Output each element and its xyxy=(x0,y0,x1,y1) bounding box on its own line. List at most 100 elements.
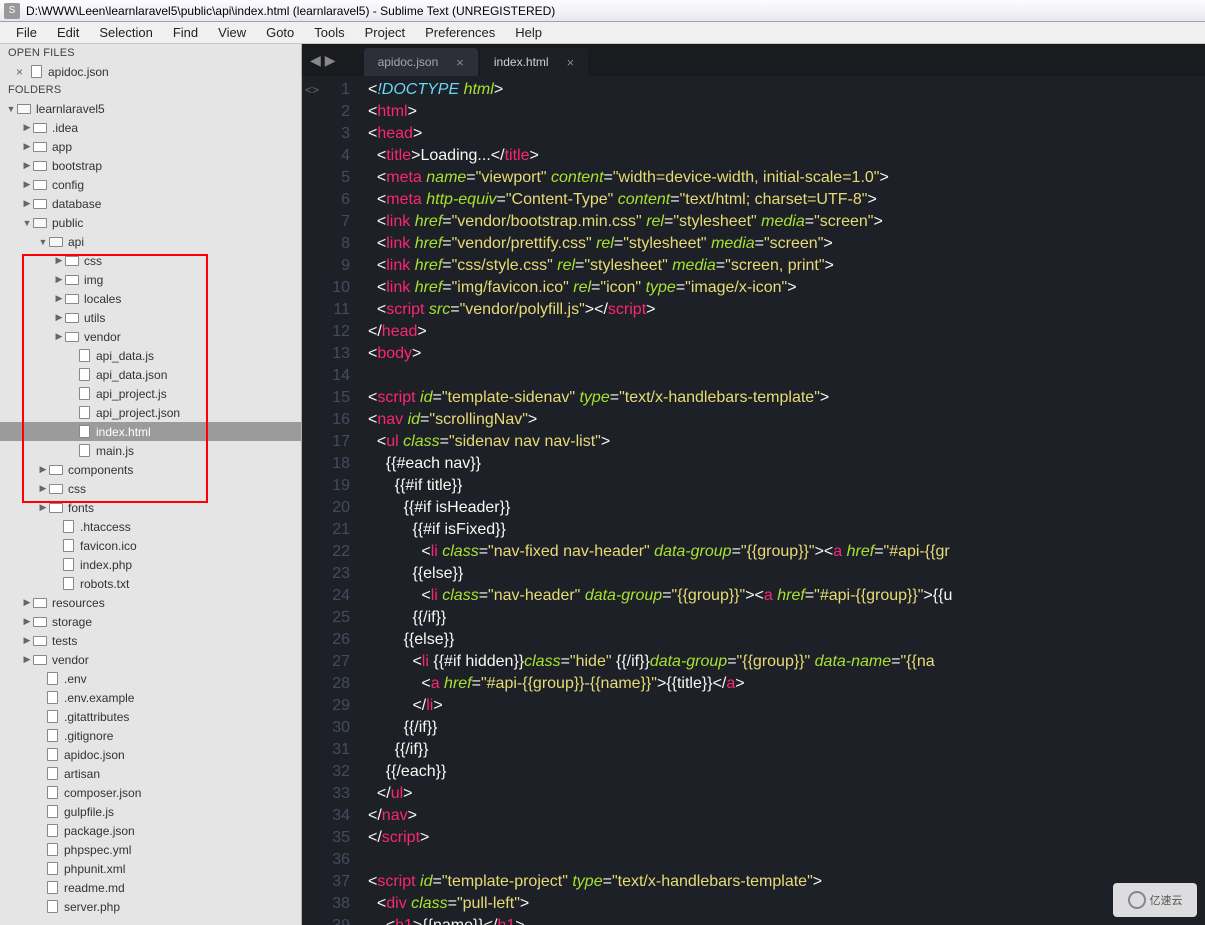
expand-arrow-icon[interactable]: ▶ xyxy=(22,160,32,171)
tab-index-html[interactable]: index.html× xyxy=(480,48,588,76)
code-line[interactable]: {{/if}} xyxy=(368,607,1205,629)
tree-item-app[interactable]: ▶app xyxy=(0,137,301,156)
menu-selection[interactable]: Selection xyxy=(89,25,162,40)
tree-item--env[interactable]: .env xyxy=(0,669,301,688)
menu-file[interactable]: File xyxy=(6,25,47,40)
tree-item-img[interactable]: ▶img xyxy=(0,270,301,289)
tab-nav-back[interactable]: ◀ xyxy=(310,52,321,69)
code-line[interactable]: {{#if title}} xyxy=(368,475,1205,497)
tree-item-resources[interactable]: ▶resources xyxy=(0,593,301,612)
code-line[interactable]: {{#if isHeader}} xyxy=(368,497,1205,519)
expand-arrow-icon[interactable]: ▶ xyxy=(22,122,32,133)
menu-goto[interactable]: Goto xyxy=(256,25,304,40)
code-line[interactable]: <li class="nav-fixed nav-header" data-gr… xyxy=(368,541,1205,563)
code-line[interactable]: <h1>{{name}}</h1> xyxy=(368,915,1205,925)
code-line[interactable] xyxy=(368,365,1205,387)
expand-arrow-icon[interactable]: ▶ xyxy=(22,179,32,190)
tree-item-api-project-json[interactable]: api_project.json xyxy=(0,403,301,422)
code-line[interactable]: </script> xyxy=(368,827,1205,849)
menu-tools[interactable]: Tools xyxy=(304,25,354,40)
tree-item-fonts[interactable]: ▶fonts xyxy=(0,498,301,517)
expand-arrow-icon[interactable]: ▶ xyxy=(38,464,48,475)
tree-item-robots-txt[interactable]: robots.txt xyxy=(0,574,301,593)
menu-view[interactable]: View xyxy=(208,25,256,40)
code-line[interactable]: {{#each nav}} xyxy=(368,453,1205,475)
code-line[interactable]: <meta http-equiv="Content-Type" content=… xyxy=(368,189,1205,211)
expand-arrow-icon[interactable]: ▶ xyxy=(22,141,32,152)
tab-nav-forward[interactable]: ▶ xyxy=(325,52,336,69)
expand-arrow-icon[interactable]: ▶ xyxy=(54,293,64,304)
tree-item-vendor[interactable]: ▶vendor xyxy=(0,327,301,346)
tree-item-api[interactable]: ▼api xyxy=(0,232,301,251)
tree-item-css[interactable]: ▶css xyxy=(0,251,301,270)
tree-item-server-php[interactable]: server.php xyxy=(0,897,301,916)
tree-item-phpunit-xml[interactable]: phpunit.xml xyxy=(0,859,301,878)
tree-item-main-js[interactable]: main.js xyxy=(0,441,301,460)
tree-item-storage[interactable]: ▶storage xyxy=(0,612,301,631)
tree-item-index-php[interactable]: index.php xyxy=(0,555,301,574)
code-line[interactable]: </ul> xyxy=(368,783,1205,805)
code-line[interactable]: </head> xyxy=(368,321,1205,343)
tree-item-config[interactable]: ▶config xyxy=(0,175,301,194)
tree-item--htaccess[interactable]: .htaccess xyxy=(0,517,301,536)
close-tab-icon[interactable]: × xyxy=(456,55,464,70)
tree-item-bootstrap[interactable]: ▶bootstrap xyxy=(0,156,301,175)
code-line[interactable]: <script id="template-project" type="text… xyxy=(368,871,1205,893)
code-line[interactable]: <link href="css/style.css" rel="styleshe… xyxy=(368,255,1205,277)
menu-project[interactable]: Project xyxy=(355,25,415,40)
code-line[interactable]: <link href="img/favicon.ico" rel="icon" … xyxy=(368,277,1205,299)
expand-arrow-icon[interactable]: ▶ xyxy=(38,483,48,494)
code-line[interactable]: <body> xyxy=(368,343,1205,365)
expand-arrow-icon[interactable]: ▶ xyxy=(22,616,32,627)
code-line[interactable]: {{/each}} xyxy=(368,761,1205,783)
tree-item-api-project-js[interactable]: api_project.js xyxy=(0,384,301,403)
tree-item-learnlaravel5[interactable]: ▼learnlaravel5 xyxy=(0,99,301,118)
menu-preferences[interactable]: Preferences xyxy=(415,25,505,40)
code-line[interactable]: <head> xyxy=(368,123,1205,145)
expand-arrow-icon[interactable]: ▶ xyxy=(22,198,32,209)
code-line[interactable]: <!DOCTYPE html> xyxy=(368,79,1205,101)
tree-item-components[interactable]: ▶components xyxy=(0,460,301,479)
tab-apidoc-json[interactable]: apidoc.json× xyxy=(364,48,478,76)
expand-arrow-icon[interactable]: ▼ xyxy=(38,237,48,247)
tree-item-apidoc-json[interactable]: apidoc.json xyxy=(0,745,301,764)
code-line[interactable]: <meta name="viewport" content="width=dev… xyxy=(368,167,1205,189)
tree-item-database[interactable]: ▶database xyxy=(0,194,301,213)
expand-arrow-icon[interactable]: ▶ xyxy=(54,312,64,323)
tree-item--idea[interactable]: ▶.idea xyxy=(0,118,301,137)
code-line[interactable]: </li> xyxy=(368,695,1205,717)
tree-item-apidoc-json[interactable]: ×apidoc.json xyxy=(0,62,301,81)
code-line[interactable]: <div class="pull-left"> xyxy=(368,893,1205,915)
expand-arrow-icon[interactable]: ▶ xyxy=(22,597,32,608)
tree-item-artisan[interactable]: artisan xyxy=(0,764,301,783)
code-line[interactable]: <title>Loading...</title> xyxy=(368,145,1205,167)
tree-item-gulpfile-js[interactable]: gulpfile.js xyxy=(0,802,301,821)
code-line[interactable]: <script src="vendor/polyfill.js"></scrip… xyxy=(368,299,1205,321)
tree-item-public[interactable]: ▼public xyxy=(0,213,301,232)
expand-arrow-icon[interactable]: ▶ xyxy=(22,654,32,665)
code-line[interactable]: <nav id="scrollingNav"> xyxy=(368,409,1205,431)
code-editor[interactable]: <> 1234567891011121314151617181920212223… xyxy=(302,76,1205,925)
tree-item-index-html[interactable]: index.html xyxy=(0,422,301,441)
tree-item-favicon-ico[interactable]: favicon.ico xyxy=(0,536,301,555)
code-line[interactable]: <link href="vendor/bootstrap.min.css" re… xyxy=(368,211,1205,233)
menu-find[interactable]: Find xyxy=(163,25,208,40)
code-content[interactable]: <!DOCTYPE html><html><head> <title>Loadi… xyxy=(360,76,1205,925)
expand-arrow-icon[interactable]: ▼ xyxy=(6,104,16,114)
code-line[interactable]: </nav> xyxy=(368,805,1205,827)
expand-arrow-icon[interactable]: ▼ xyxy=(22,218,32,228)
tree-item-vendor[interactable]: ▶vendor xyxy=(0,650,301,669)
tree-item-css[interactable]: ▶css xyxy=(0,479,301,498)
tree-item--gitattributes[interactable]: .gitattributes xyxy=(0,707,301,726)
code-line[interactable]: <a href="#api-{{group}}-{{name}}">{{titl… xyxy=(368,673,1205,695)
expand-arrow-icon[interactable]: ▶ xyxy=(22,635,32,646)
expand-arrow-icon[interactable]: ▶ xyxy=(38,502,48,513)
tree-item-tests[interactable]: ▶tests xyxy=(0,631,301,650)
close-tab-icon[interactable]: × xyxy=(567,55,575,70)
tree-item-api-data-json[interactable]: api_data.json xyxy=(0,365,301,384)
code-line[interactable]: <html> xyxy=(368,101,1205,123)
code-line[interactable]: <li class="nav-header" data-group="{{gro… xyxy=(368,585,1205,607)
code-line[interactable]: <link href="vendor/prettify.css" rel="st… xyxy=(368,233,1205,255)
code-line[interactable] xyxy=(368,849,1205,871)
menu-edit[interactable]: Edit xyxy=(47,25,89,40)
